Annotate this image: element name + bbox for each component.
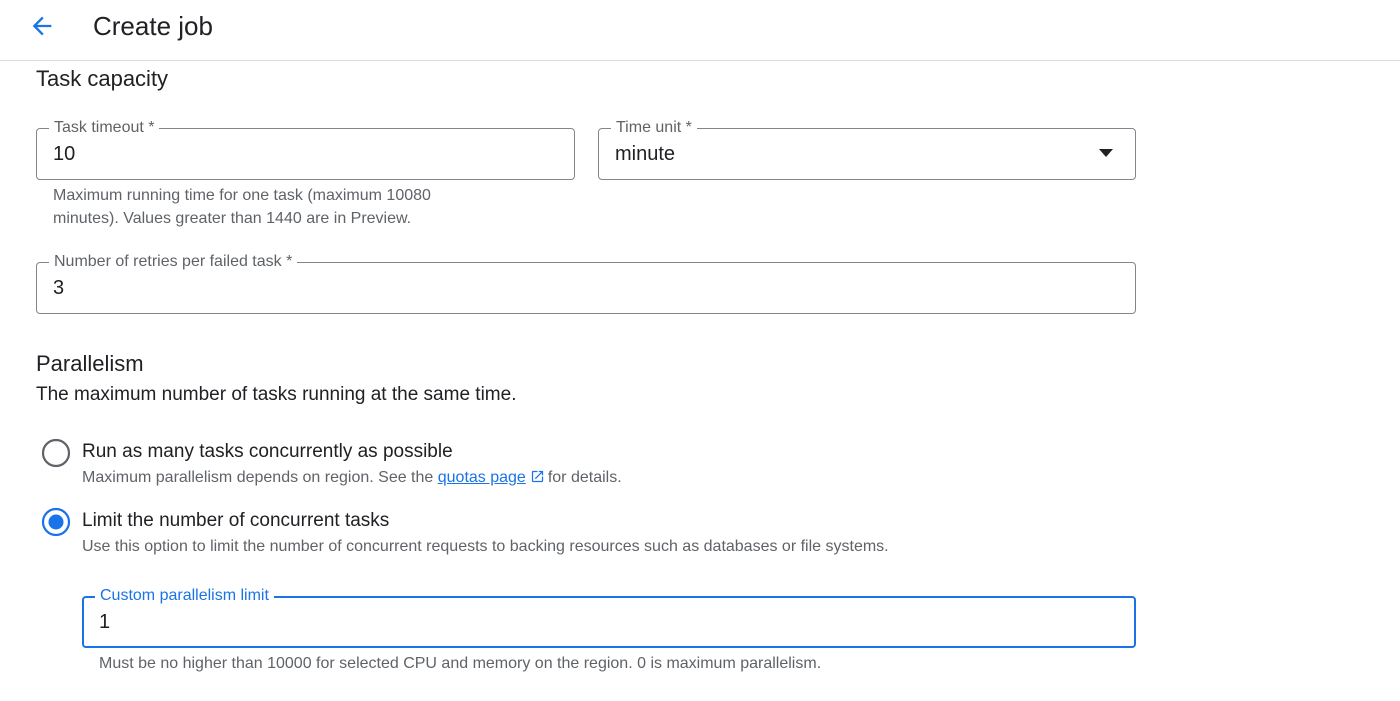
custom-parallelism-limit-label: Custom parallelism limit [95,586,274,606]
custom-parallelism-limit-value[interactable]: 1 [99,609,110,635]
quotas-page-link[interactable]: quotas page [438,469,526,486]
task-timeout-hint-line2: minutes). Values greater than 1440 are i… [53,210,412,227]
radio-unlimited-desc-after: for details. [547,469,622,486]
time-unit-select[interactable]: Time unit * minute [598,118,1136,180]
radio-limit-label[interactable]: Limit the number of concurrent tasks [82,508,389,534]
retries-value[interactable]: 3 [53,275,64,301]
page-title: Create job [93,11,213,41]
task-timeout-hint: Maximum running time for one task (maxim… [53,184,431,230]
retries-field[interactable]: Number of retries per failed task * 3 [36,252,1136,314]
task-timeout-value[interactable]: 10 [53,141,75,167]
task-capacity-title: Task capacity [36,66,169,91]
parallelism-title: Parallelism [36,351,144,376]
radio-limit-description: Use this option to limit the number of c… [82,538,889,555]
caret-down-icon[interactable] [1099,149,1113,157]
custom-parallelism-limit-field[interactable]: Custom parallelism limit 1 [82,586,1136,648]
task-timeout-hint-line1: Maximum running time for one task (maxim… [53,187,431,204]
page-header: Create job [0,0,1400,61]
radio-limit[interactable] [41,507,71,537]
radio-unlimited-description: Maximum parallelism depends on region. S… [82,467,622,489]
time-unit-label: Time unit * [611,118,697,138]
task-timeout-field[interactable]: Task timeout * 10 [36,118,575,180]
time-unit-value[interactable]: minute [615,141,675,167]
arrow-left-icon [32,16,52,36]
open-in-new-icon[interactable] [530,469,545,484]
radio-unlimited[interactable] [41,438,71,468]
parallelism-description: The maximum number of tasks running at t… [36,384,517,405]
retries-label: Number of retries per failed task * [49,252,298,272]
task-timeout-label: Task timeout * [49,118,160,138]
radio-unlimited-desc-text: Maximum parallelism depends on region. S… [82,469,438,486]
back-button[interactable] [22,6,62,46]
radio-unlimited-label[interactable]: Run as many tasks concurrently as possib… [82,439,453,465]
custom-parallelism-limit-hint: Must be no higher than 10000 for selecte… [99,655,822,672]
